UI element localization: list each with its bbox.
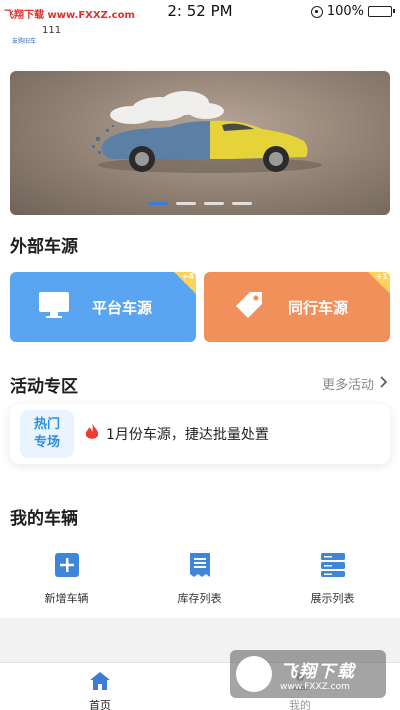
peer-source-card[interactable]: +1 同行车源 <box>204 272 390 342</box>
chevron-right-icon <box>380 375 388 392</box>
watermark-overlay: 飞翔下载 www.FXXZ.com <box>230 650 386 698</box>
more-activities-link[interactable]: 更多活动 <box>322 374 388 393</box>
tag-icon <box>232 288 266 326</box>
home-icon <box>89 671 111 695</box>
action-label: 展示列表 <box>310 592 355 605</box>
section-title-activity: 活动专区 <box>10 377 78 397</box>
card-badge-count: +1 <box>375 272 388 281</box>
tab-label: 首页 <box>89 699 111 710</box>
rotation-lock-icon <box>310 5 323 18</box>
activity-text: 1月份车源，捷达批量处置 <box>106 427 269 443</box>
battery-percent: 100% <box>326 4 364 19</box>
carousel-dot[interactable] <box>232 202 252 205</box>
status-bar: 飞翔下载 www.FXXZ.com 2: 52 PM 100% <box>0 0 400 24</box>
hot-badge-line2: 专场 <box>33 435 60 450</box>
watermark-logo-icon <box>236 656 272 692</box>
battery-icon <box>368 6 395 17</box>
card-label: 同行车源 <box>288 298 349 317</box>
hot-badge: 热门 专场 <box>20 410 74 458</box>
add-vehicle-button[interactable]: 新增车辆 <box>0 552 133 606</box>
carousel-dot[interactable] <box>204 202 224 205</box>
card-badge-count: +4 <box>181 272 194 281</box>
watermark-title: 飞翔下载 <box>280 661 356 682</box>
carousel-dot[interactable] <box>176 202 196 205</box>
banner-car-image <box>92 91 322 173</box>
vehicle-actions: 新增车辆 库存列表 展示列表 <box>0 552 400 606</box>
brand-logo: 友购旧车 <box>12 38 37 45</box>
status-right: 100% <box>310 4 395 19</box>
inventory-list-button[interactable]: 库存列表 <box>133 552 266 606</box>
section-title-my-vehicles: 我的车辆 <box>10 509 78 529</box>
monitor-icon <box>38 291 70 323</box>
section-title-external: 外部车源 <box>10 237 78 257</box>
server-stack-icon <box>320 552 346 582</box>
watermark-text: 飞翔下载 www.FXXZ.com <box>280 657 356 692</box>
watermark-url: www.FXXZ.com <box>280 681 350 692</box>
card-label: 平台车源 <box>92 298 153 317</box>
action-label: 库存列表 <box>177 592 222 605</box>
hot-badge-line1: 热门 <box>33 417 60 432</box>
action-label: 新增车辆 <box>44 592 89 605</box>
more-label: 更多活动 <box>321 378 374 393</box>
activity-item[interactable]: 热门 专场 1月份车源，捷达批量处置 <box>10 404 390 464</box>
fire-icon <box>84 422 100 446</box>
brand: 友购旧车 111 <box>12 24 61 46</box>
receipt-list-icon <box>188 552 212 582</box>
banner-carousel[interactable] <box>10 71 390 215</box>
display-list-button[interactable]: 展示列表 <box>266 552 399 606</box>
carousel-indicators <box>10 202 390 205</box>
add-square-icon <box>54 552 80 582</box>
carousel-dot[interactable] <box>148 202 168 205</box>
brand-number: 111 <box>42 25 62 36</box>
tab-label: 我的 <box>289 699 311 710</box>
platform-source-card[interactable]: +4 平台车源 <box>10 272 196 342</box>
tab-home[interactable]: 首页 <box>0 663 200 710</box>
